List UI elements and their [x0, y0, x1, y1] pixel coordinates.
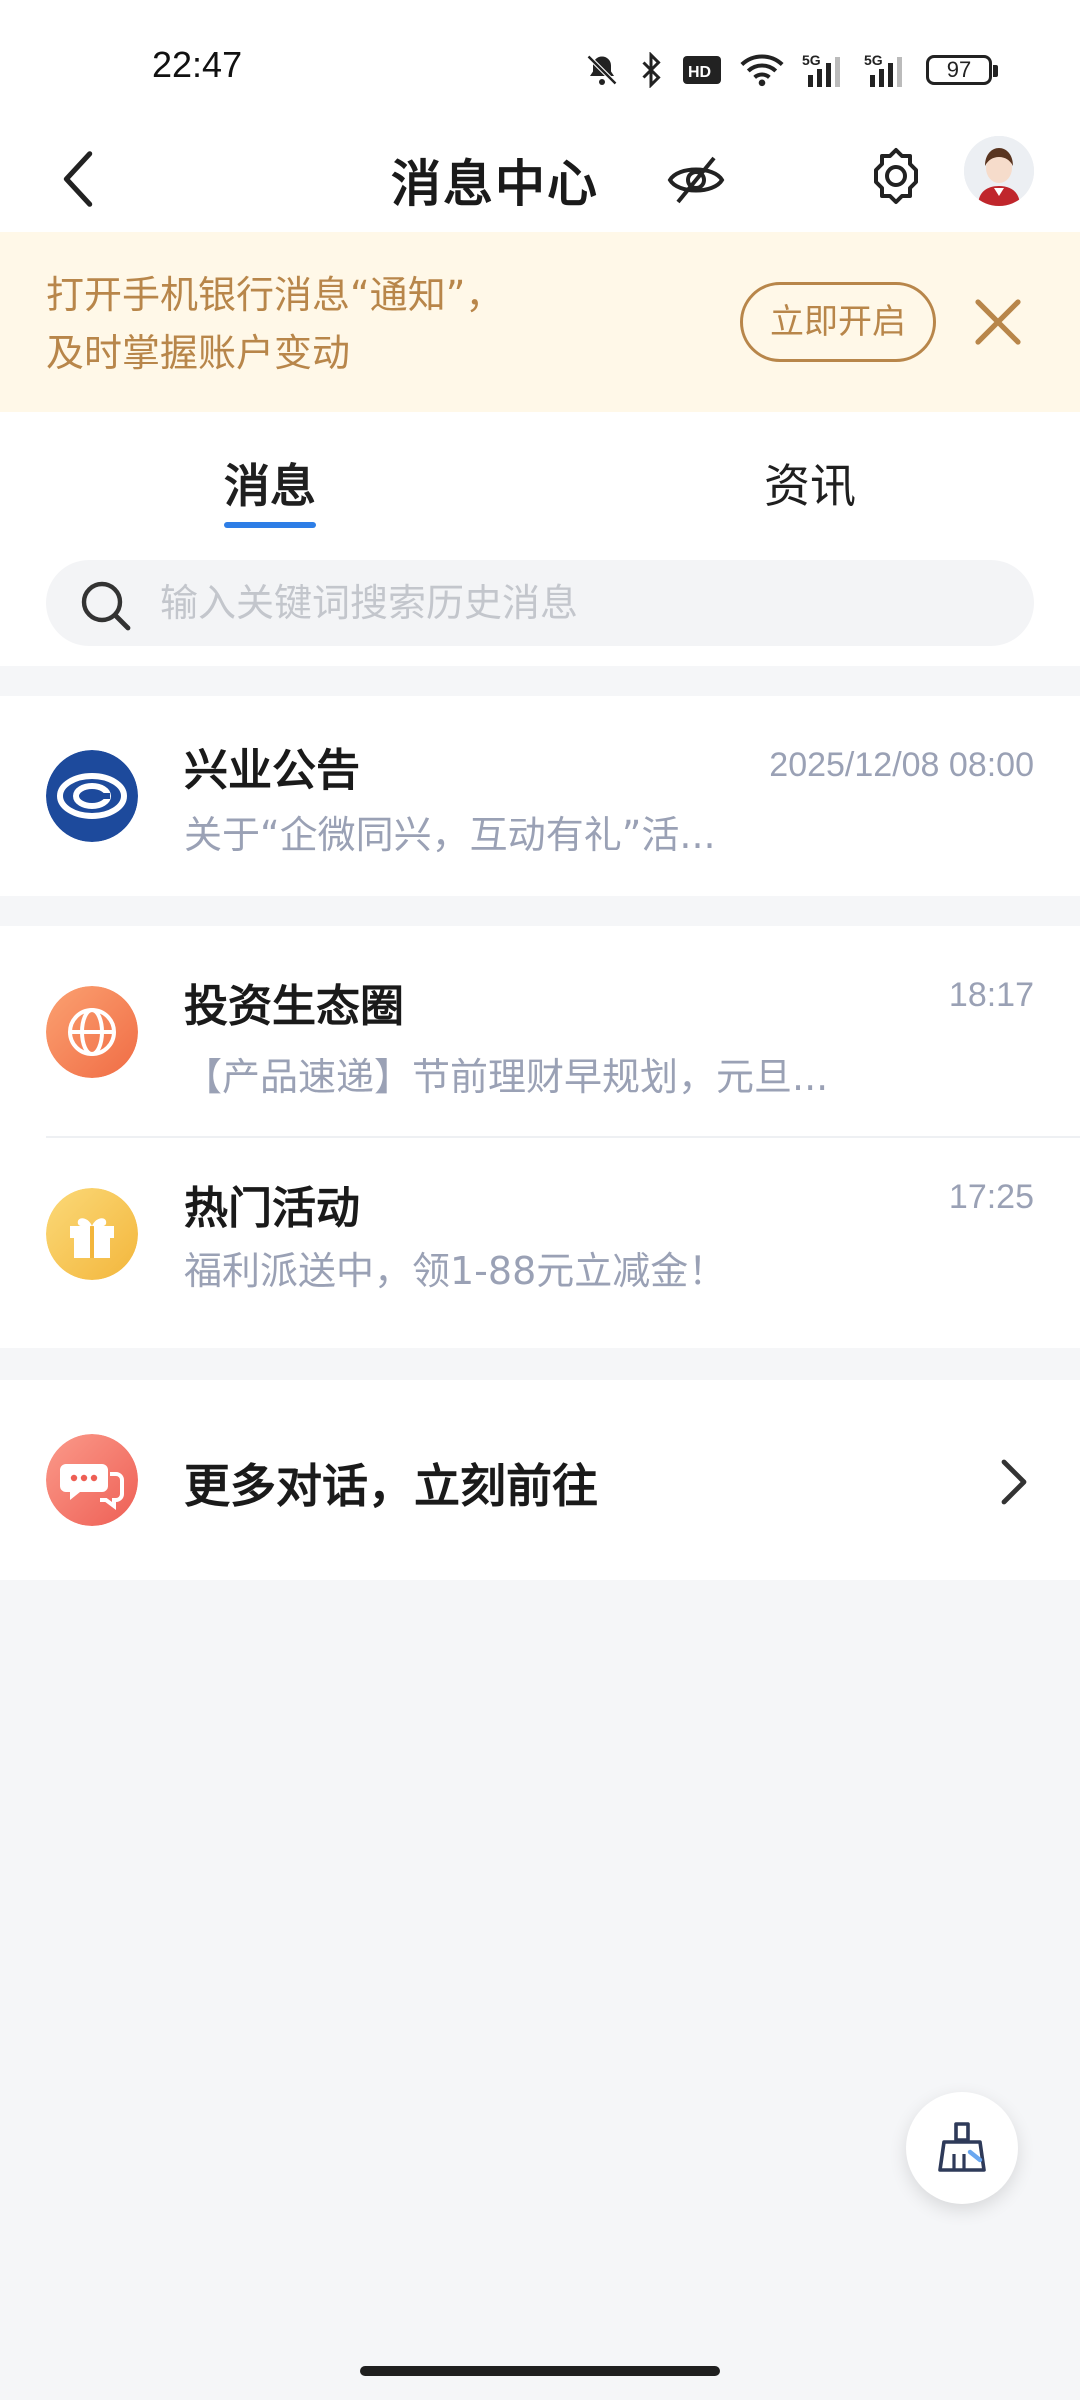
svg-text:5G: 5G [864, 52, 883, 68]
wifi-icon [740, 54, 784, 87]
battery-level: 97 [946, 57, 972, 82]
bell-off-icon [586, 54, 618, 86]
battery-icon: 97 [926, 55, 998, 85]
tab-active-indicator [224, 522, 316, 528]
tab-news[interactable]: 资讯 [764, 450, 856, 516]
tab-messages[interactable]: 消息 [224, 450, 316, 516]
svg-text:5G: 5G [802, 52, 821, 68]
eye-off-icon[interactable] [666, 150, 726, 210]
message-preview: 【产品速递】节前理财早规划，元旦... [184, 1055, 829, 1099]
list-item[interactable]: 投资生态圈 18:17 【产品速递】节前理财早规划，元旦... [0, 926, 1080, 1138]
list-item[interactable]: 兴业公告 2025/12/08 08:00 关于“企微同兴，互动有礼”活... [0, 696, 1080, 896]
gift-icon [46, 1188, 138, 1280]
globe-icon [46, 986, 138, 1078]
list-item[interactable]: 热门活动 17:25 福利派送中，领1-88元立减金！ [0, 1138, 1080, 1350]
message-title: 热门活动 [184, 1183, 360, 1234]
nav-bar: 消息中心 [0, 128, 1080, 232]
bluetooth-icon [642, 52, 661, 88]
message-time: 2025/12/08 08:00 [769, 746, 1034, 784]
message-preview: 关于“企微同兴，互动有礼”活... [184, 813, 716, 857]
cib-logo-icon [46, 750, 138, 842]
message-time: 17:25 [948, 1178, 1034, 1216]
status-time: 22:47 [152, 44, 243, 85]
close-icon[interactable] [972, 296, 1024, 348]
banner-text: 打开手机银行消息“通知”， 及时掌握账户变动 [46, 266, 503, 382]
announcement-card: 兴业公告 2025/12/08 08:00 关于“企微同兴，互动有礼”活... [0, 696, 1080, 896]
clear-messages-button[interactable] [906, 2092, 1018, 2204]
search-input[interactable] [160, 560, 1000, 646]
message-preview: 福利派送中，领1-88元立减金！ [184, 1249, 727, 1293]
signal-5g-icon: 5G [802, 52, 840, 87]
enable-now-button[interactable]: 立即开启 [740, 282, 936, 362]
chat-bubbles-icon [46, 1434, 138, 1526]
broom-icon [938, 2122, 986, 2172]
search-icon [81, 581, 131, 631]
message-title: 兴业公告 [184, 745, 360, 796]
message-title: 投资生态圈 [184, 981, 404, 1032]
avatar[interactable] [964, 136, 1034, 206]
hd-icon: HD [683, 56, 721, 84]
gear-icon[interactable] [864, 144, 928, 208]
more-conversations-row[interactable]: 更多对话，立刻前往 [0, 1380, 1080, 1580]
banner-line-1: 打开手机银行消息“通知”， [46, 273, 504, 317]
chevron-right-icon [1001, 1459, 1027, 1505]
search-section [0, 532, 1080, 666]
tab-bar: 消息 资讯 [0, 412, 1080, 532]
search-box[interactable] [46, 560, 1034, 646]
signal-5g-icon: 5G [864, 52, 902, 87]
more-conversations-label: 更多对话，立刻前往 [184, 1459, 598, 1513]
svg-text:HD: HD [688, 64, 711, 81]
notification-banner: 打开手机银行消息“通知”， 及时掌握账户变动 立即开启 [0, 232, 1080, 412]
home-indicator[interactable] [360, 2366, 720, 2376]
more-conversations-card: 更多对话，立刻前往 [0, 1380, 1080, 1580]
message-time: 18:17 [948, 976, 1034, 1014]
messages-card: 投资生态圈 18:17 【产品速递】节前理财早规划，元旦... 热门活动 17:… [0, 926, 1080, 1348]
banner-line-2: 及时掌握账户变动 [46, 331, 351, 375]
status-icons: HD 5G 5G 97 [584, 50, 998, 90]
status-bar: 22:47 HD 5G 5G 97 [0, 0, 1080, 128]
